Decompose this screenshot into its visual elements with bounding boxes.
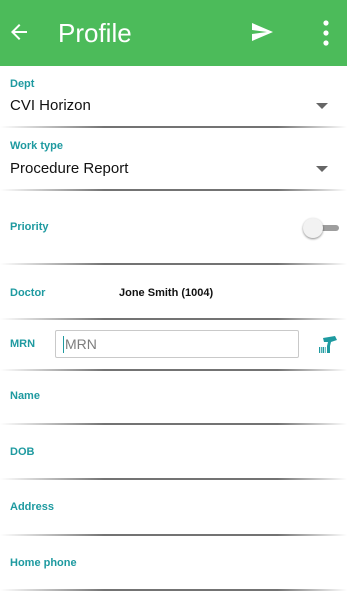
arrow-left-icon[interactable] — [7, 20, 31, 44]
home-phone-label: Home phone — [10, 557, 77, 569]
doctor-value: Jone Smith (1004) — [119, 287, 214, 299]
app-bar: Profile — [0, 0, 347, 66]
mrn-label: MRN — [10, 338, 36, 350]
priority-divider — [0, 263, 347, 265]
dept-divider — [0, 126, 347, 128]
dept-dropdown-arrow-icon[interactable] — [316, 103, 328, 109]
name-label: Name — [10, 390, 40, 402]
address-label: Address — [10, 501, 55, 513]
dept-label: Dept — [10, 78, 35, 90]
more-vert-icon[interactable] — [318, 19, 334, 47]
work-type-dropdown-arrow-icon[interactable] — [316, 166, 328, 172]
send-icon[interactable] — [249, 20, 275, 44]
home-phone-divider — [0, 589, 347, 591]
work-type-divider — [0, 189, 347, 191]
page-title: Profile — [58, 18, 132, 48]
work-type-dropdown[interactable]: Procedure Report — [10, 160, 128, 177]
priority-toggle-thumb — [303, 218, 323, 238]
priority-label: Priority — [10, 221, 49, 233]
dept-dropdown[interactable]: CVI Horizon — [10, 97, 91, 114]
doctor-label: Doctor — [10, 287, 46, 299]
address-divider — [0, 534, 347, 536]
barcode-scanner-icon[interactable] — [318, 333, 340, 355]
mrn-input[interactable] — [55, 330, 299, 358]
priority-toggle[interactable] — [303, 218, 339, 238]
doctor-divider — [0, 318, 347, 320]
name-divider — [0, 423, 347, 425]
dob-label: DOB — [10, 446, 35, 458]
dob-divider — [0, 478, 347, 480]
text-cursor — [63, 336, 64, 353]
mrn-divider — [0, 369, 347, 371]
work-type-label: Work type — [10, 140, 63, 152]
